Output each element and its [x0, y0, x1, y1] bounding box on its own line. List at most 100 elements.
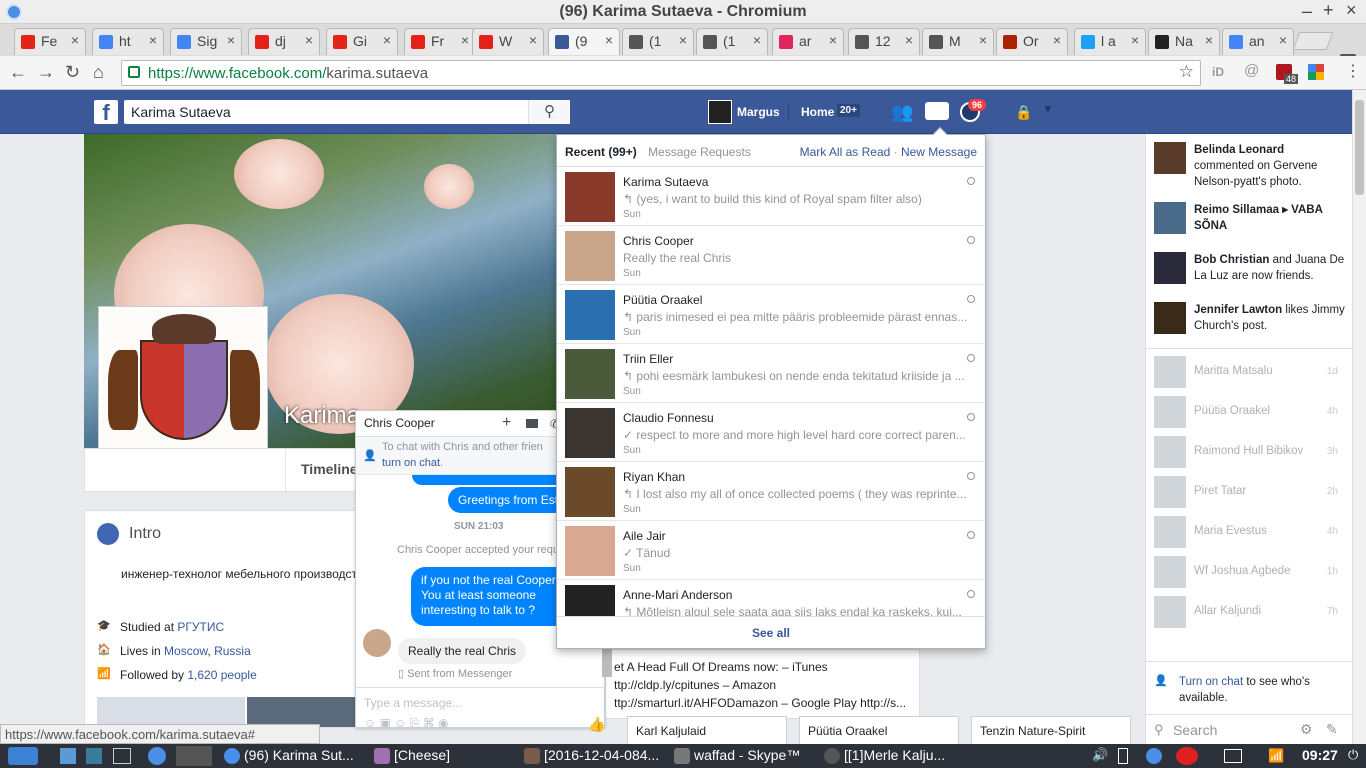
messages-icon[interactable]	[925, 102, 949, 120]
school-link[interactable]: РГУТИС	[177, 620, 224, 634]
attach-icon[interactable]: ⎘	[410, 716, 423, 728]
photo-thumbnail[interactable]	[97, 697, 245, 727]
bookmark-star-icon[interactable]: ☆	[1179, 62, 1194, 82]
chat-name[interactable]: Chris Cooper	[364, 416, 435, 430]
message-row[interactable]: Riyan Khan ↰ I lost also my all of once c…	[557, 462, 985, 521]
see-all-link[interactable]: See all	[557, 616, 985, 648]
close-tab-icon[interactable]: ×	[1279, 32, 1287, 48]
contact-item[interactable]: Allar Kaljundi 7h	[1154, 596, 1344, 628]
new-message-link[interactable]: New Message	[901, 145, 977, 159]
contact-item[interactable]: Maritta Matsalu 1d	[1154, 356, 1344, 388]
mark-all-read-link[interactable]: Mark All as Read	[800, 145, 891, 159]
country-link[interactable]: Russia	[214, 644, 251, 658]
gif-icon[interactable]: ▣	[380, 716, 395, 728]
tab-message-requests[interactable]: Message Requests	[648, 145, 751, 159]
close-tab-icon[interactable]: ×	[149, 32, 157, 48]
mark-read-icon[interactable]	[967, 177, 975, 185]
emoji-icon[interactable]: ☺	[394, 716, 410, 728]
chat-tab[interactable]: Karl Kaljulaid	[627, 716, 787, 746]
id-extension-icon[interactable]: iD	[1212, 65, 1224, 79]
reload-icon[interactable]: ↻	[65, 62, 80, 83]
contact-item[interactable]: Piret Tatar 2h	[1154, 476, 1344, 508]
extension-color-icon[interactable]	[1308, 64, 1324, 80]
message-row[interactable]: Anne-Mari Anderson ↰ Mõtleisn algul sele …	[557, 580, 985, 616]
tab[interactable]: dj ×	[248, 28, 320, 55]
close-window-button[interactable]: ×	[1346, 0, 1357, 21]
close-tab-icon[interactable]: ×	[753, 32, 761, 48]
page-scrollbar[interactable]	[1352, 90, 1366, 746]
sidebar-search-input[interactable]: Search	[1173, 722, 1217, 738]
chat-tab[interactable]: Tenzin Nature-Spirit	[971, 716, 1131, 746]
chromium-tray-icon[interactable]	[1146, 748, 1162, 764]
facebook-logo-icon[interactable]: f	[94, 100, 118, 125]
mark-read-icon[interactable]	[967, 354, 975, 362]
at-extension-icon[interactable]: @	[1244, 62, 1259, 79]
home-link[interactable]: Home	[801, 105, 834, 119]
volume-icon[interactable]: 🔊	[1092, 747, 1108, 763]
close-tab-icon[interactable]: ×	[461, 32, 469, 48]
tab[interactable]: Sig ×	[170, 28, 242, 55]
tab-recent[interactable]: Recent	[565, 145, 605, 159]
tab[interactable]: W ×	[472, 28, 544, 55]
close-tab-icon[interactable]: ×	[829, 32, 837, 48]
mark-read-icon[interactable]	[967, 531, 975, 539]
photo-thumbnail[interactable]	[247, 697, 357, 727]
taskbar-item[interactable]: [[1]Merle Kalju...	[822, 746, 968, 766]
battery-icon[interactable]	[1118, 748, 1128, 764]
tab[interactable]: (9 ×	[548, 28, 620, 55]
keyboard-icon[interactable]	[1224, 749, 1242, 763]
contact-item[interactable]: Maria Evestus 4h	[1154, 516, 1344, 548]
message-row[interactable]: Aile Jair ✓ Tänud Sun	[557, 521, 985, 580]
back-icon[interactable]: ←	[9, 62, 27, 83]
taskbar-item[interactable]: (96) Karima Sut...	[222, 746, 368, 766]
turn-on-chat-link[interactable]: turn on chat	[382, 457, 440, 469]
gear-icon[interactable]: ⚙	[1300, 721, 1313, 738]
minimize-button[interactable]: –	[1302, 1, 1312, 22]
followers-link[interactable]: 1,620 people	[187, 668, 256, 682]
close-tab-icon[interactable]: ×	[71, 32, 79, 48]
tab[interactable]: M ×	[922, 28, 994, 55]
contact-item[interactable]: Wf Joshua Agbede 1h	[1154, 556, 1344, 588]
camera-icon[interactable]: ◉	[438, 716, 448, 728]
tab-timeline[interactable]: Timeline	[301, 461, 358, 477]
tab[interactable]: Gi ×	[326, 28, 398, 55]
tab[interactable]: l a ×	[1074, 28, 1146, 55]
close-tab-icon[interactable]: ×	[227, 32, 235, 48]
close-tab-icon[interactable]: ×	[383, 32, 391, 48]
message-row[interactable]: Triin Eller ↰ pohi eesmärk lambukesi on n…	[557, 344, 985, 403]
chat-scrollbar[interactable]	[602, 647, 612, 677]
tab[interactable]: (1 ×	[696, 28, 768, 55]
taskbar-item[interactable]: [2016-12-04-084...	[522, 746, 668, 766]
add-people-icon[interactable]: +	[502, 414, 511, 432]
chromium-icon[interactable]	[148, 747, 166, 765]
tab[interactable]: ht ×	[92, 28, 164, 55]
tab[interactable]: ar ×	[772, 28, 844, 55]
scrollbar-thumb[interactable]	[1355, 100, 1364, 195]
fb-search-input[interactable]: Karima Sutaeva	[124, 100, 570, 124]
close-tab-icon[interactable]: ×	[529, 32, 537, 48]
close-tab-icon[interactable]: ×	[605, 32, 613, 48]
mark-read-icon[interactable]	[967, 413, 975, 421]
close-tab-icon[interactable]: ×	[979, 32, 987, 48]
turn-on-chat-link[interactable]: Turn on chat	[1179, 676, 1243, 688]
taskbar-item[interactable]: waffad - Skype™	[672, 746, 818, 766]
tab[interactable]: Na ×	[1148, 28, 1220, 55]
terminal-icon[interactable]	[113, 748, 131, 764]
avatar[interactable]	[708, 100, 732, 124]
tab[interactable]: 12 ×	[848, 28, 920, 55]
message-row[interactable]: Püütia Oraakel ↰ paris inimesed ei pea mi…	[557, 285, 985, 344]
tab[interactable]: an ×	[1222, 28, 1294, 55]
start-menu-icon[interactable]	[8, 747, 38, 765]
mark-read-icon[interactable]	[967, 295, 975, 303]
profile-link[interactable]: Margus	[737, 105, 780, 119]
mark-read-icon[interactable]	[967, 472, 975, 480]
close-tab-icon[interactable]: ×	[679, 32, 687, 48]
compose-icon[interactable]: ✎	[1326, 721, 1338, 738]
video-call-icon[interactable]	[526, 419, 538, 428]
message-row[interactable]: Claudio Fonnesu ✓ respect to more and mor…	[557, 403, 985, 462]
tab[interactable]: Or ×	[996, 28, 1068, 55]
desktop-pager[interactable]	[176, 746, 212, 766]
file-manager-icon[interactable]	[60, 748, 76, 764]
signal-icon[interactable]: 📶	[1268, 748, 1284, 764]
close-tab-icon[interactable]: ×	[1205, 32, 1213, 48]
